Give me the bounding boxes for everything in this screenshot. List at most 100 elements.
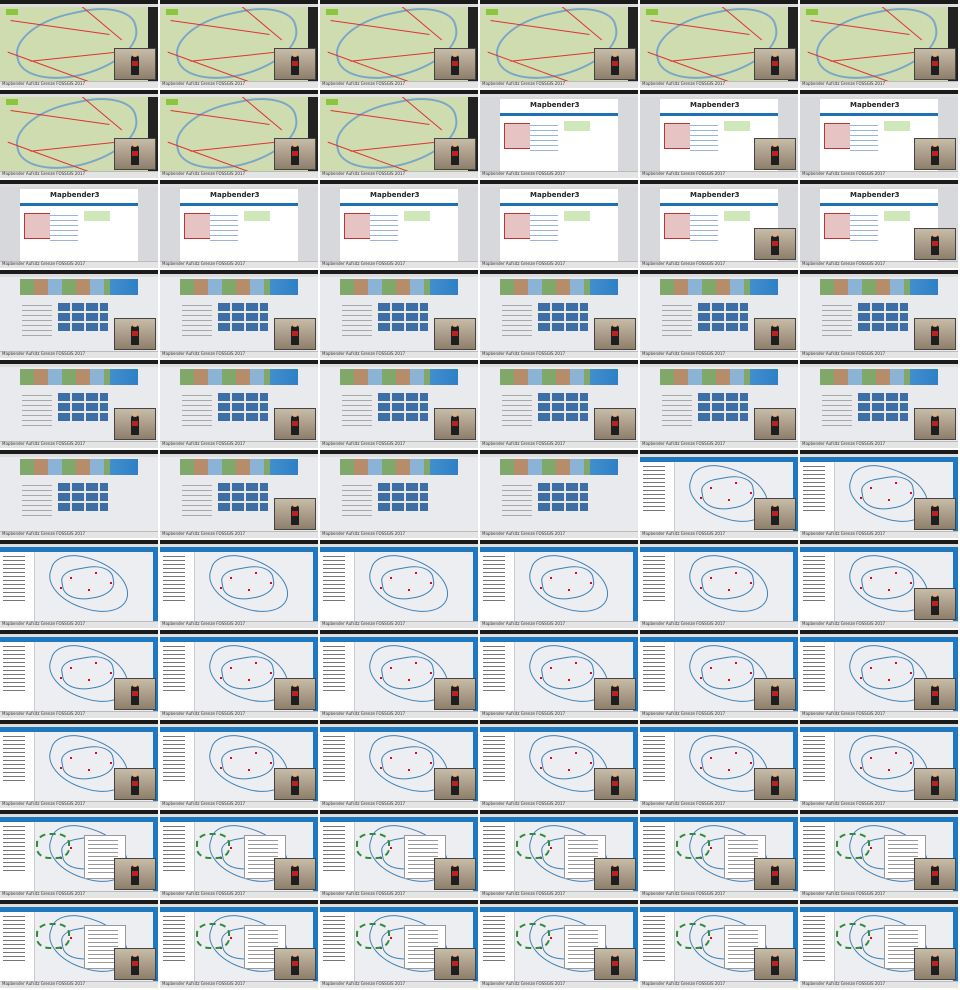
layer-tree-item[interactable] — [3, 940, 25, 941]
layer-tree-item[interactable] — [803, 858, 825, 859]
layer-tree-item[interactable] — [803, 768, 825, 769]
right-panel[interactable] — [153, 552, 158, 622]
layer-tree-item[interactable] — [483, 690, 505, 691]
video-frame-thumbnail[interactable]: Mapbender Aufsitz Grenze FOSSGIS 2017 — [320, 450, 478, 538]
layer-tree-item[interactable] — [3, 678, 25, 679]
video-frame-thumbnail[interactable]: Mapbender Aufsitz Grenze FOSSGIS 2017 — [320, 720, 478, 808]
layer-tree-item[interactable] — [323, 748, 345, 749]
video-frame-thumbnail[interactable]: Mapbender3 Mapbender Aufsitz Grenze FOSSG… — [640, 90, 798, 178]
layer-tree-item[interactable] — [483, 740, 505, 741]
layer-tree-item[interactable] — [643, 940, 665, 941]
video-frame-thumbnail[interactable]: Mapbender Aufsitz Grenze FOSSGIS 2017 — [800, 270, 958, 358]
layer-tree-item[interactable] — [483, 600, 505, 601]
layer-tree-item[interactable] — [483, 780, 505, 781]
layer-tree-item[interactable] — [3, 936, 25, 937]
layer-tree-item[interactable] — [483, 670, 505, 671]
layer-tree-item[interactable] — [163, 944, 185, 945]
layer-tree-item[interactable] — [323, 936, 345, 937]
layer-tree[interactable] — [160, 822, 195, 892]
layer-tree-item[interactable] — [643, 862, 665, 863]
image-row[interactable] — [698, 403, 748, 411]
left-navigation[interactable] — [342, 481, 372, 519]
layer-tree-item[interactable] — [803, 596, 825, 597]
layer-tree-item[interactable] — [803, 748, 825, 749]
layer-tree-item[interactable] — [3, 752, 25, 753]
layer-tree-item[interactable] — [483, 940, 505, 941]
layer-tree-item[interactable] — [803, 752, 825, 753]
layer-tree-item[interactable] — [3, 924, 25, 925]
layer-tree-item[interactable] — [803, 576, 825, 577]
video-frame-thumbnail[interactable]: Mapbender Aufsitz Grenze FOSSGIS 2017 — [160, 630, 318, 718]
layer-tree-item[interactable] — [163, 948, 185, 949]
layer-tree-item[interactable] — [483, 944, 505, 945]
image-row[interactable] — [378, 303, 428, 311]
layer-tree[interactable] — [320, 642, 355, 712]
image-row[interactable] — [378, 413, 428, 421]
video-frame-thumbnail[interactable]: Mapbender Aufsitz Grenze FOSSGIS 2017 — [160, 270, 318, 358]
layer-tree-item[interactable] — [803, 506, 825, 507]
layer-tree-item[interactable] — [3, 670, 25, 671]
layer-tree-item[interactable] — [3, 560, 25, 561]
layer-tree-item[interactable] — [803, 510, 825, 511]
layer-tree-item[interactable] — [323, 580, 345, 581]
video-frame-thumbnail[interactable]: Mapbender3 Mapbender Aufsitz Grenze FOSSG… — [640, 180, 798, 268]
layer-tree-item[interactable] — [803, 580, 825, 581]
layer-tree-item[interactable] — [803, 846, 825, 847]
layer-tree-item[interactable] — [3, 866, 25, 867]
layer-tree-item[interactable] — [643, 478, 665, 479]
layer-tree-item[interactable] — [483, 826, 505, 827]
layer-tree-item[interactable] — [163, 756, 185, 757]
layer-tree-item[interactable] — [803, 948, 825, 949]
video-frame-thumbnail[interactable]: Mapbender Aufsitz Grenze FOSSGIS 2017 — [320, 90, 478, 178]
layer-tree-item[interactable] — [163, 780, 185, 781]
layer-tree[interactable] — [320, 732, 355, 802]
left-navigation[interactable] — [502, 301, 532, 339]
layer-tree-item[interactable] — [163, 580, 185, 581]
layer-tree-item[interactable] — [483, 932, 505, 933]
layer-tree-item[interactable] — [3, 920, 25, 921]
layer-tree-item[interactable] — [803, 760, 825, 761]
image-row[interactable] — [218, 503, 268, 511]
layer-tree-item[interactable] — [643, 736, 665, 737]
layer-tree-item[interactable] — [643, 560, 665, 561]
layer-tree-item[interactable] — [803, 560, 825, 561]
top-navigation[interactable] — [660, 203, 778, 206]
layer-tree-item[interactable] — [483, 646, 505, 647]
layer-tree-item[interactable] — [163, 600, 185, 601]
video-frame-thumbnail[interactable]: Mapbender Aufsitz Grenze FOSSGIS 2017 — [800, 900, 958, 988]
layer-tree-item[interactable] — [3, 744, 25, 745]
layer-tree-item[interactable] — [483, 576, 505, 577]
layer-tree-item[interactable] — [163, 740, 185, 741]
layer-tree-item[interactable] — [163, 838, 185, 839]
layer-tree-item[interactable] — [803, 486, 825, 487]
layer-tree-item[interactable] — [323, 686, 345, 687]
layer-tree-item[interactable] — [803, 658, 825, 659]
layer-tree-item[interactable] — [163, 556, 185, 557]
image-row[interactable] — [378, 403, 428, 411]
video-frame-thumbnail[interactable]: Mapbender3 Mapbender Aufsitz Grenze FOSSG… — [160, 180, 318, 268]
layer-tree-item[interactable] — [643, 670, 665, 671]
image-row[interactable] — [378, 393, 428, 401]
layer-tree-item[interactable] — [803, 678, 825, 679]
layer-tree-item[interactable] — [163, 588, 185, 589]
video-frame-thumbnail[interactable]: Mapbender Aufsitz Grenze FOSSGIS 2017 — [320, 360, 478, 448]
image-row[interactable] — [58, 403, 108, 411]
layer-tree-item[interactable] — [483, 952, 505, 953]
layer-tree-item[interactable] — [163, 866, 185, 867]
layer-tree-item[interactable] — [803, 666, 825, 667]
link-list[interactable] — [530, 121, 558, 151]
image-row[interactable] — [538, 503, 588, 511]
video-frame-thumbnail[interactable]: Mapbender Aufsitz Grenze FOSSGIS 2017 — [800, 720, 958, 808]
left-navigation[interactable] — [662, 391, 692, 429]
layer-tree-item[interactable] — [803, 690, 825, 691]
layer-tree-item[interactable] — [643, 466, 665, 467]
video-frame-thumbnail[interactable]: Mapbender Aufsitz Grenze FOSSGIS 2017 — [0, 540, 158, 628]
image-row[interactable] — [538, 303, 588, 311]
layer-tree-item[interactable] — [643, 572, 665, 573]
layer-tree-item[interactable] — [803, 842, 825, 843]
video-frame-thumbnail[interactable]: Mapbender Aufsitz Grenze FOSSGIS 2017 — [640, 540, 798, 628]
layer-tree-item[interactable] — [3, 650, 25, 651]
image-row[interactable] — [858, 303, 908, 311]
layer-tree-item[interactable] — [643, 850, 665, 851]
image-row[interactable] — [858, 313, 908, 321]
